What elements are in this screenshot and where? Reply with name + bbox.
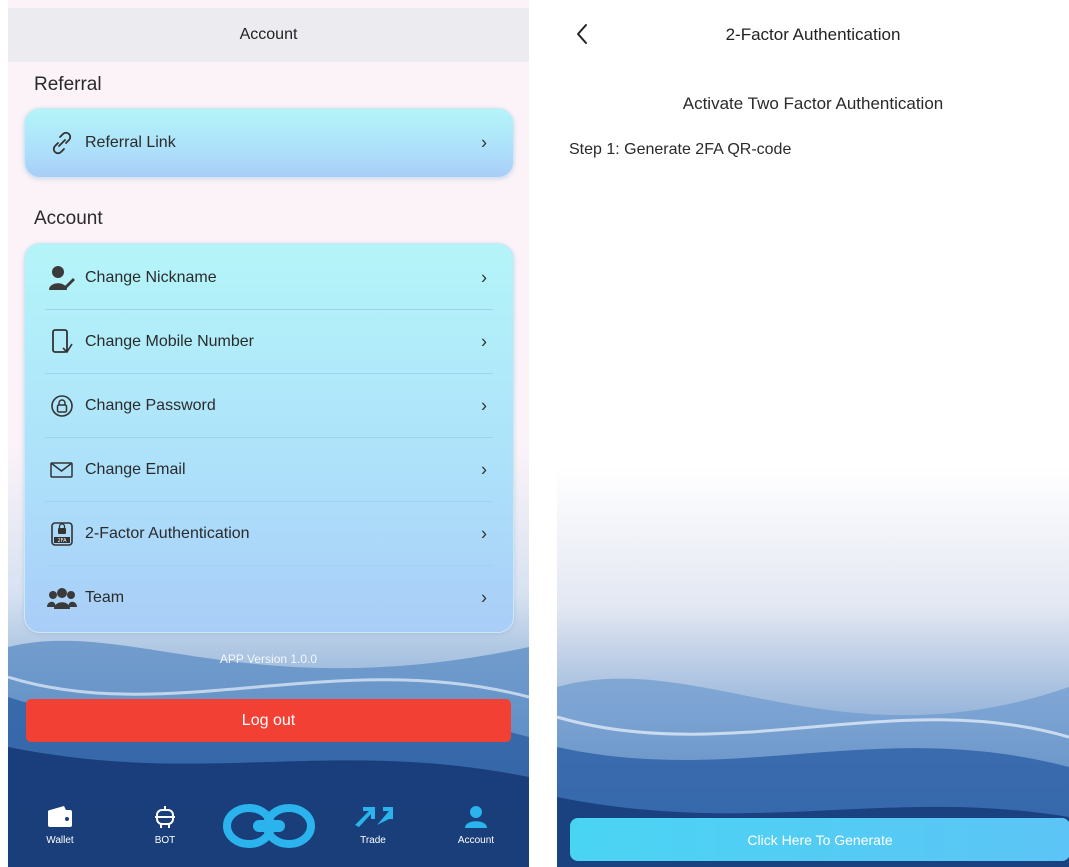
- chevron-right-icon: ›: [481, 523, 487, 544]
- account-user-icon: [464, 806, 488, 832]
- chevron-right-icon: ›: [481, 587, 487, 608]
- section-heading: Activate Two Factor Authentication: [682, 94, 944, 113]
- change-mobile-row[interactable]: Change Mobile Number ›: [25, 310, 513, 374]
- referral-card: Referral Link ›: [24, 108, 514, 178]
- chevron-right-icon: ›: [481, 395, 487, 416]
- generate-button[interactable]: Click Here To Generate: [570, 818, 1069, 861]
- tab-label: Wallet: [46, 835, 74, 846]
- account-card: Change Nickname › Change Mobile Number ›…: [24, 243, 514, 633]
- chevron-right-icon: ›: [481, 459, 487, 480]
- referral-link-row[interactable]: Referral Link ›: [25, 111, 513, 175]
- item-label: 2-Factor Authentication: [85, 525, 250, 542]
- tab-account[interactable]: Account: [454, 805, 498, 846]
- change-password-row[interactable]: Change Password ›: [25, 374, 513, 438]
- item-label: Change Mobile Number: [85, 333, 254, 350]
- item-label: Change Password: [85, 397, 216, 414]
- two-factor-screen: 2-Factor Authentication Activate Two Fac…: [557, 0, 1069, 867]
- tab-trade[interactable]: Trade: [351, 805, 395, 846]
- step-1-label: Step 1: Generate 2FA QR-code: [569, 141, 792, 158]
- trade-arrows-icon: [353, 807, 393, 832]
- envelope-icon: [47, 455, 77, 485]
- wallet-icon: [46, 806, 74, 832]
- 2fa-lock-icon: 2FA: [47, 519, 77, 549]
- infinity-logo-icon: [223, 804, 315, 854]
- lock-refresh-icon: [47, 391, 77, 421]
- wave-background: [557, 467, 1069, 867]
- two-factor-row[interactable]: 2FA 2-Factor Authentication ›: [25, 502, 513, 566]
- header-bar: Account: [8, 8, 529, 62]
- item-label: Change Nickname: [85, 269, 217, 286]
- tab-wallet[interactable]: Wallet: [42, 805, 78, 846]
- tab-label: BOT: [154, 835, 176, 846]
- bottom-tab-bar: Wallet BOT Trade Account: [8, 789, 529, 867]
- back-chevron-icon[interactable]: [571, 22, 595, 46]
- team-row[interactable]: Team ›: [25, 566, 513, 630]
- referral-section-title: Referral: [34, 74, 102, 95]
- link-icon: [47, 128, 77, 158]
- app-version: APP Version 1.0.0: [219, 652, 318, 666]
- tab-label: Account: [457, 835, 495, 846]
- team-icon: [47, 583, 77, 613]
- change-email-row[interactable]: Change Email ›: [25, 438, 513, 502]
- item-label: Change Email: [85, 461, 186, 478]
- page-title: 2-Factor Authentication: [725, 25, 901, 44]
- change-nickname-row[interactable]: Change Nickname ›: [25, 246, 513, 310]
- account-section-title: Account: [34, 208, 103, 229]
- mobile-phone-icon: [47, 327, 77, 357]
- chevron-right-icon: ›: [481, 331, 487, 352]
- logout-button[interactable]: Log out: [26, 699, 511, 742]
- account-screen: Account Referral Referral Link › Account…: [8, 0, 529, 867]
- screen-divider: [529, 0, 557, 867]
- tab-bot[interactable]: BOT: [148, 805, 182, 846]
- robot-icon: [152, 806, 178, 832]
- item-label: Team: [85, 589, 125, 606]
- user-edit-icon: [47, 263, 77, 293]
- tab-home-center[interactable]: [223, 801, 315, 854]
- referral-link-label: Referral Link: [85, 134, 176, 151]
- page-title: Account: [239, 26, 298, 43]
- chevron-right-icon: ›: [481, 132, 487, 153]
- chevron-right-icon: ›: [481, 267, 487, 288]
- tab-label: Trade: [360, 835, 386, 846]
- svg-text:2FA: 2FA: [57, 538, 67, 544]
